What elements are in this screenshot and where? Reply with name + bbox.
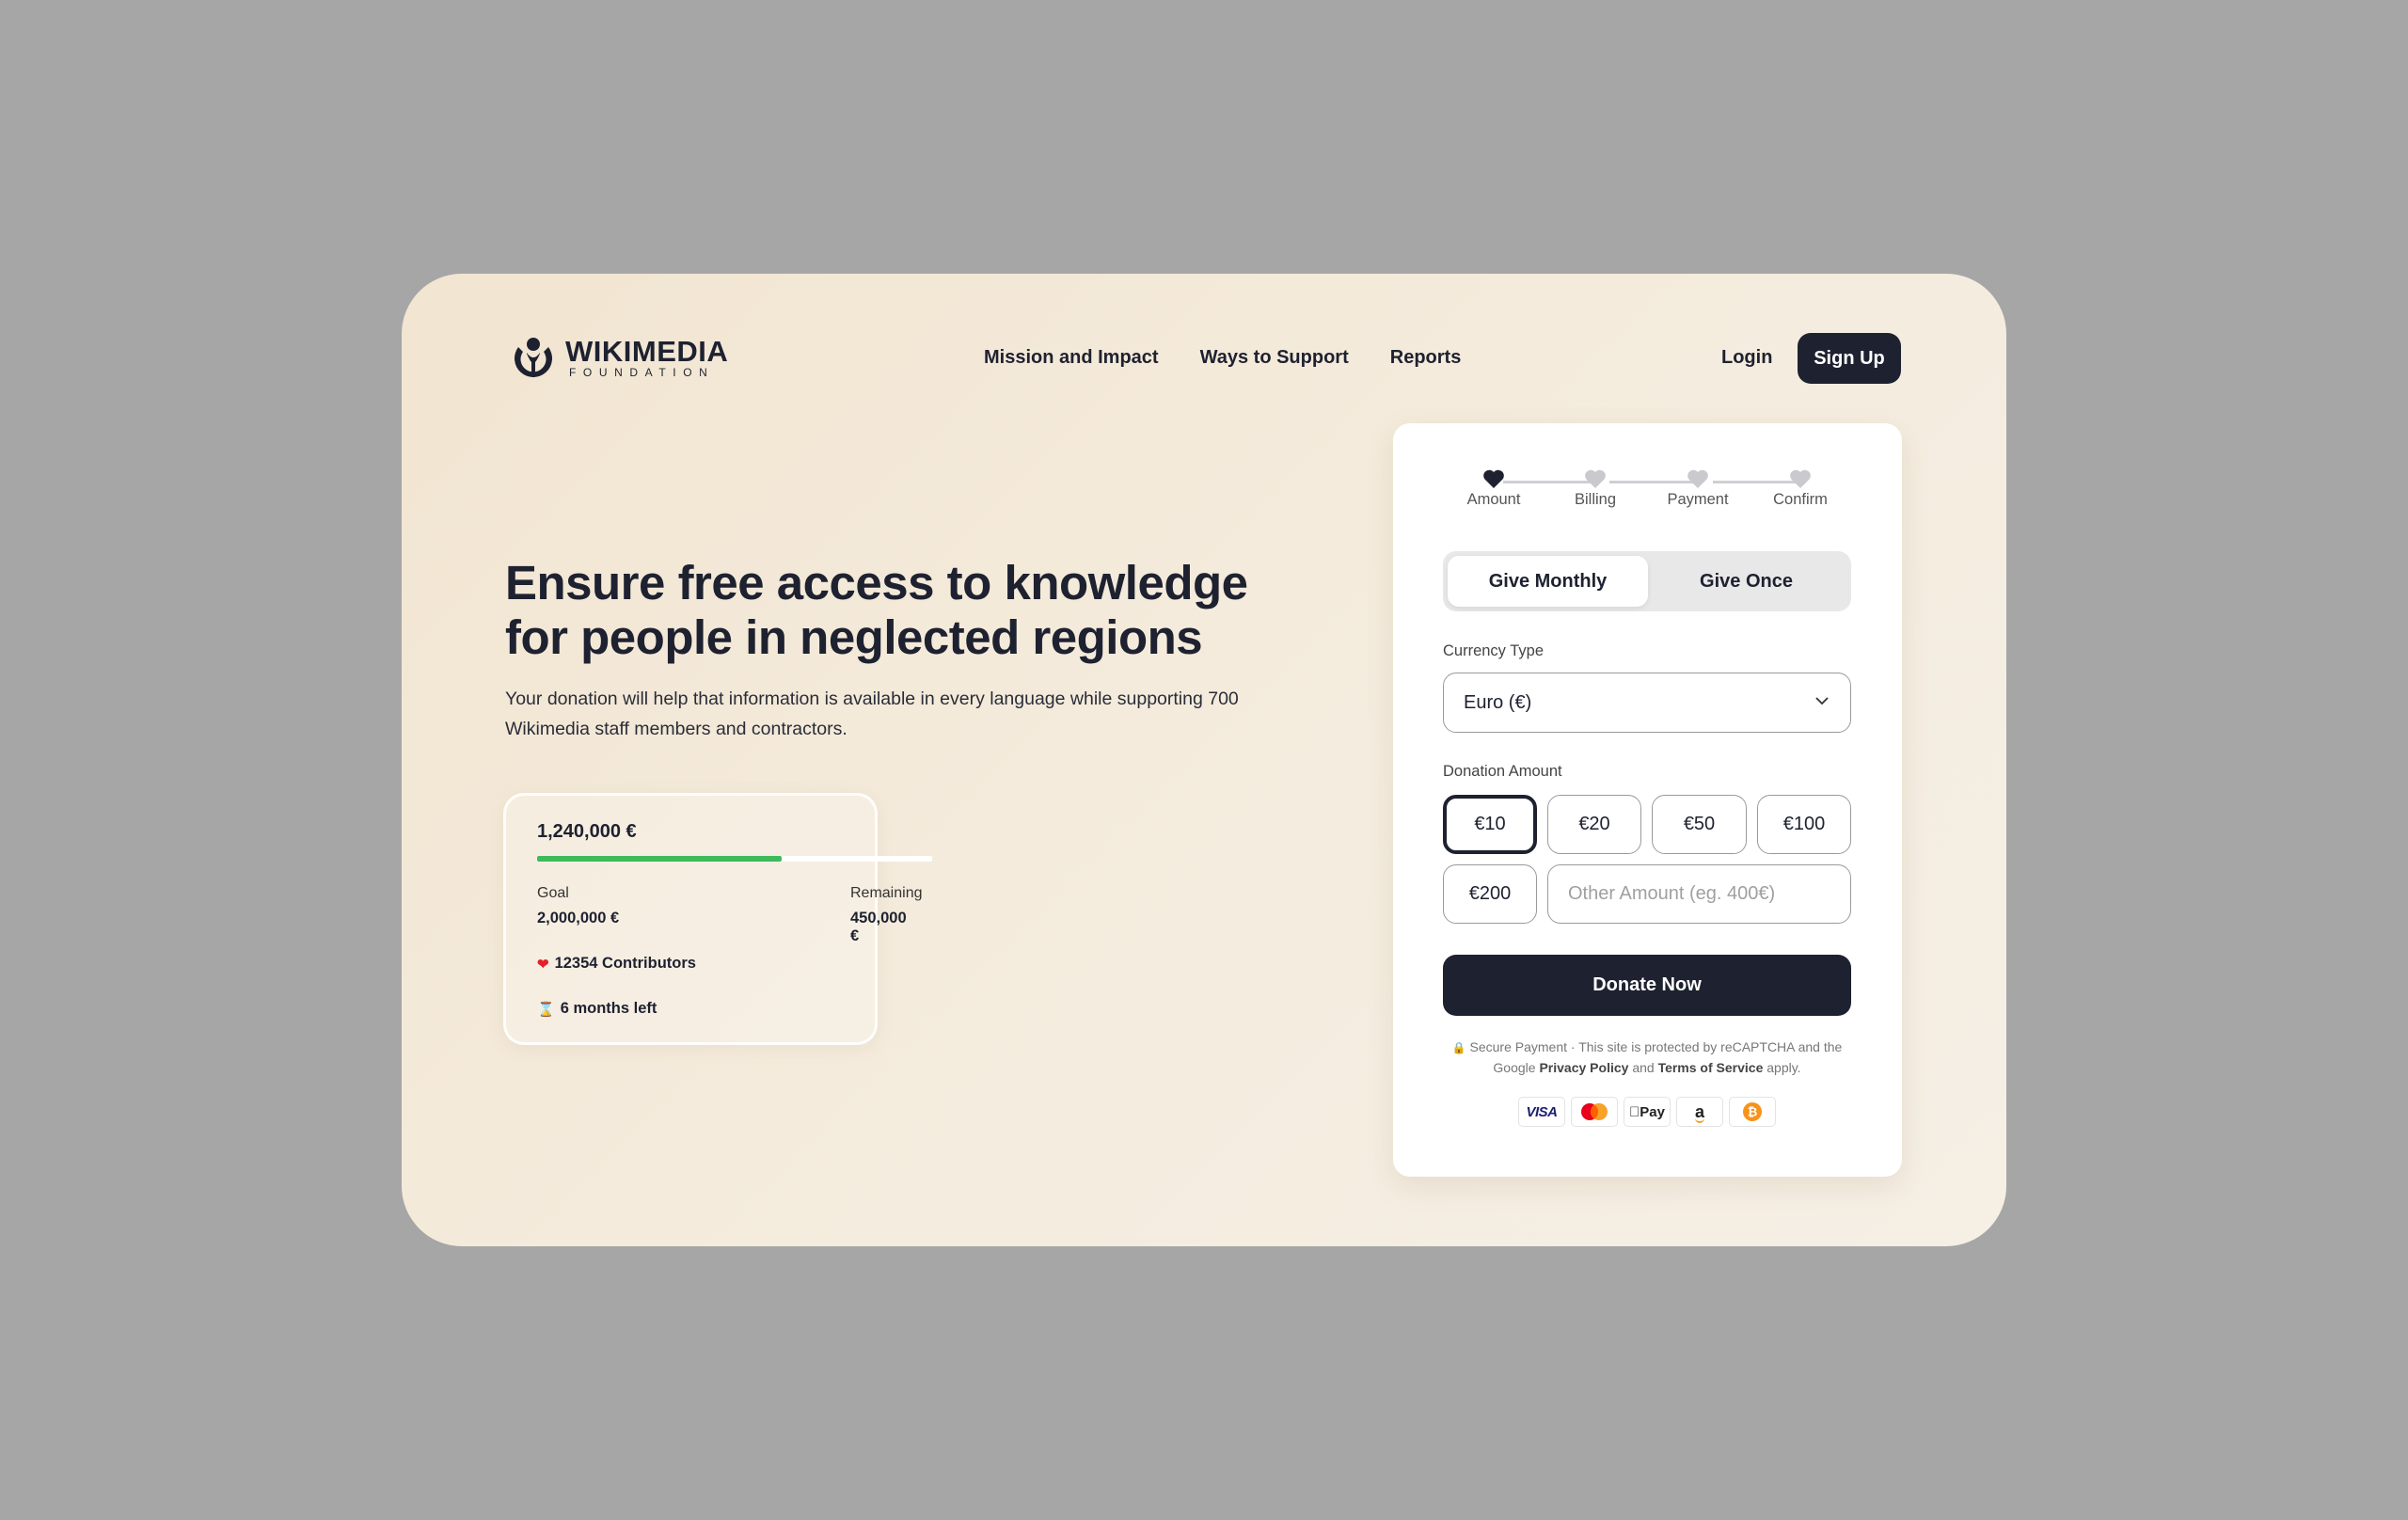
- svg-text:₿: ₿: [1748, 1105, 1758, 1119]
- contributors-count: 12354 Contributors: [554, 955, 696, 972]
- heart-icon: [1687, 469, 1708, 488]
- red-heart-icon: ❤: [537, 956, 549, 973]
- step-amount[interactable]: Amount: [1447, 468, 1541, 509]
- give-monthly-tab[interactable]: Give Monthly: [1448, 556, 1648, 607]
- amount-option-10[interactable]: €10: [1443, 795, 1537, 854]
- remaining-label: Remaining: [850, 885, 923, 901]
- heart-icon: [1483, 469, 1504, 488]
- heart-icon: [1790, 469, 1811, 488]
- fundraising-stats-card: 1,240,000 € Goal 2,000,000 € Remaining 4…: [503, 793, 932, 1045]
- frequency-toggle: Give Monthly Give Once: [1443, 551, 1851, 611]
- amount-option-20[interactable]: €20: [1547, 795, 1641, 854]
- apple-pay-badge: Pay: [1624, 1097, 1671, 1127]
- secure-and-text: and: [1632, 1060, 1655, 1075]
- lock-icon: 🔒: [1451, 1041, 1466, 1054]
- bitcoin-badge: ₿: [1729, 1097, 1776, 1127]
- goal-label: Goal: [537, 885, 569, 901]
- amazon-pay-badge: a: [1676, 1097, 1723, 1127]
- contributors-row: ❤ 12354 Contributors: [537, 955, 696, 973]
- step-confirm[interactable]: Confirm: [1753, 468, 1847, 509]
- step-payment[interactable]: Payment: [1651, 468, 1745, 509]
- wikimedia-logo-icon: [515, 338, 552, 377]
- hero-title-line-2: for people in neglected regions: [505, 610, 1203, 664]
- mastercard-badge: [1571, 1097, 1618, 1127]
- time-left: 6 months left: [560, 1000, 657, 1017]
- step-label: Billing: [1574, 491, 1617, 508]
- mastercard-icon: [1581, 1103, 1608, 1120]
- remaining-value: 450,000 €: [850, 910, 907, 944]
- hero-title: Ensure free access to knowledge for peop…: [505, 556, 1276, 665]
- visa-badge: VISA: [1518, 1097, 1565, 1127]
- nav-mission-and-impact[interactable]: Mission and Impact: [984, 347, 1159, 369]
- bitcoin-icon: ₿: [1743, 1102, 1762, 1121]
- step-label: Confirm: [1773, 491, 1828, 508]
- main-nav: Mission and Impact Ways to Support Repor…: [984, 347, 1502, 369]
- checkout-stepper: Amount Billing Payment Confirm: [1447, 468, 1851, 525]
- currency-label: Currency Type: [1443, 642, 1544, 659]
- login-link[interactable]: Login: [1721, 347, 1772, 369]
- hero-description: Your donation will help that information…: [505, 689, 1239, 739]
- secure-suffix-text: apply.: [1766, 1060, 1801, 1075]
- logo-title: WIKIMEDIA: [565, 335, 729, 368]
- page-frame: WIKIMEDIA FOUNDATION Mission and Impact …: [402, 274, 2006, 1246]
- step-label: Payment: [1667, 491, 1729, 508]
- progress-bar-fill: [537, 856, 783, 862]
- terms-of-service-link[interactable]: Terms of Service: [1658, 1060, 1764, 1075]
- step-billing[interactable]: Billing: [1548, 468, 1642, 509]
- heart-icon: [1585, 469, 1606, 488]
- step-label: Amount: [1466, 491, 1521, 508]
- privacy-policy-link[interactable]: Privacy Policy: [1539, 1060, 1628, 1075]
- wikimedia-logo[interactable]: WIKIMEDIA FOUNDATION: [509, 334, 728, 383]
- amazon-icon: a: [1694, 1102, 1705, 1123]
- nav-ways-to-support[interactable]: Ways to Support: [1200, 347, 1349, 369]
- currency-select[interactable]: Euro (€): [1443, 673, 1851, 733]
- logo-subtitle: FOUNDATION: [569, 366, 715, 379]
- donate-now-button[interactable]: Donate Now: [1443, 955, 1851, 1016]
- donation-amount-label: Donation Amount: [1443, 763, 1562, 780]
- nav-reports[interactable]: Reports: [1390, 347, 1462, 369]
- secure-payment-notice: 🔒 Secure Payment · This site is protecte…: [1443, 1037, 1851, 1078]
- amount-option-100[interactable]: €100: [1757, 795, 1851, 854]
- hero-title-line-1: Ensure free access to knowledge: [505, 556, 1248, 610]
- hourglass-icon: ⌛: [537, 1001, 555, 1018]
- signup-button[interactable]: Sign Up: [1798, 333, 1901, 384]
- apple-pay-icon: Pay: [1629, 1104, 1665, 1120]
- give-once-tab[interactable]: Give Once: [1646, 556, 1846, 607]
- amount-option-50[interactable]: €50: [1652, 795, 1747, 854]
- amount-option-200[interactable]: €200: [1443, 864, 1537, 924]
- progress-bar: [537, 856, 932, 862]
- goal-value: 2,000,000 €: [537, 910, 620, 926]
- apple-pay-text: Pay: [1634, 1103, 1665, 1120]
- raised-amount: 1,240,000 €: [537, 821, 637, 842]
- time-left-row: ⌛ 6 months left: [537, 1000, 657, 1018]
- currency-value: Euro (€): [1464, 691, 1532, 713]
- other-amount-input[interactable]: [1547, 864, 1851, 924]
- payment-methods: VISA Pay a ₿: [1518, 1097, 1776, 1127]
- donation-form-card: Amount Billing Payment Confirm Give Mont…: [1393, 423, 1902, 1177]
- chevron-down-icon: [1815, 697, 1829, 705]
- visa-icon: VISA: [1526, 1103, 1558, 1120]
